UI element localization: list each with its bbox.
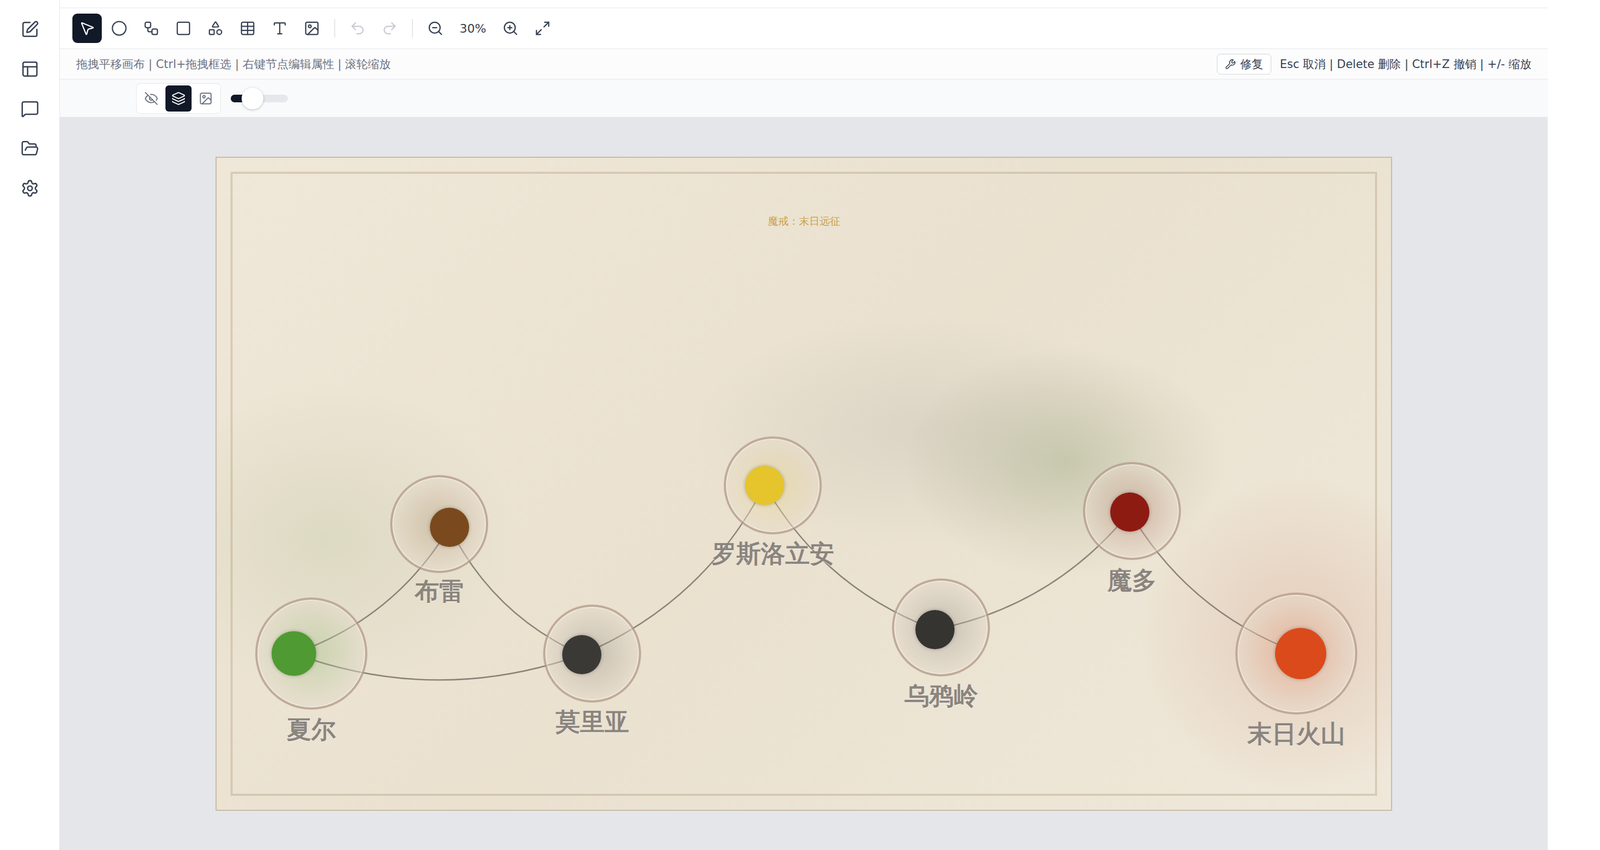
text-icon [271, 20, 288, 37]
layer-toggle-group [136, 83, 221, 114]
layers-toggle[interactable] [165, 85, 192, 112]
main: 30% 拖拽平移画布 | Ctrl+拖拽框选 | 右键节点编辑属性 | 滚轮缩放 修… [59, 0, 1548, 850]
node-label: 魔多 [1107, 564, 1157, 598]
undo-icon [349, 20, 366, 37]
shapes-tool-button[interactable] [200, 13, 231, 43]
zoom-in-icon [502, 20, 519, 37]
select-tool-button[interactable] [72, 13, 102, 43]
rectangle-tool-button[interactable] [168, 13, 199, 43]
node-dot[interactable] [915, 610, 955, 650]
text-tool-button[interactable] [265, 13, 295, 43]
hint-right: 修复 Esc 取消 | Delete 删除 | Ctrl+Z 撤销 | +/- 缩… [1216, 53, 1532, 75]
shortcut-text: Esc 取消 | Delete 删除 | Ctrl+Z 撤销 | +/- 缩放 [1280, 56, 1532, 72]
select-icon [78, 20, 96, 37]
node-label: 莫里亚 [555, 705, 630, 739]
zoom-in-button[interactable] [495, 13, 526, 43]
sidebar-item[interactable] [19, 99, 41, 119]
sidebar-item[interactable] [19, 178, 41, 199]
layout-icon [20, 59, 40, 79]
redo-icon [381, 20, 398, 37]
wrench-icon [1225, 58, 1236, 70]
node-dot[interactable] [1275, 628, 1327, 680]
circle-tool-button[interactable] [104, 13, 134, 43]
separator [334, 19, 336, 38]
app: 30% 拖拽平移画布 | Ctrl+拖拽框选 | 右键节点编辑属性 | 滚轮缩放 修… [0, 0, 1600, 850]
maximize-icon [534, 20, 551, 37]
image-toggle[interactable] [192, 85, 219, 112]
redo-button[interactable] [374, 13, 405, 43]
layers-icon [171, 91, 186, 106]
map-image: 魔戒：末日远征夏尔 布雷莫里亚 罗斯洛立安乌鸦岭 魔多末日火山 [215, 156, 1393, 811]
eye-off-toggle[interactable] [138, 85, 165, 112]
node-label: 夏尔 [286, 713, 336, 747]
node-dot[interactable] [1110, 492, 1150, 532]
opacity-slider[interactable] [230, 94, 288, 103]
separator [411, 19, 414, 38]
rectangle-icon [175, 20, 192, 37]
node-label: 布雷 [414, 575, 464, 608]
edit-icon [20, 20, 40, 39]
image-icon [198, 91, 213, 106]
undo-button[interactable] [342, 13, 373, 43]
hint-bar: 拖拽平移画布 | Ctrl+拖拽框选 | 右键节点编辑属性 | 滚轮缩放 修复 Es… [59, 48, 1548, 80]
node-dot[interactable] [429, 507, 470, 547]
node-label: 罗斯洛立安 [711, 537, 835, 571]
sidebar-item[interactable] [19, 19, 41, 40]
slider-knob[interactable] [241, 87, 264, 110]
toolbar: 30% [59, 7, 1548, 49]
layer-bar [59, 79, 1548, 118]
hint-text: 拖拽平移画布 | Ctrl+拖拽框选 | 右键节点编辑属性 | 滚轮缩放 [76, 56, 391, 72]
node-label: 乌鸦岭 [904, 679, 978, 713]
map-title: 魔戒：末日远征 [767, 214, 841, 229]
folder-icon [20, 139, 40, 158]
table-tool-button[interactable] [232, 13, 263, 43]
repair-button[interactable]: 修复 [1216, 53, 1272, 75]
node-dot[interactable] [271, 631, 317, 676]
zoom-out-icon [427, 20, 444, 37]
node-dot[interactable] [745, 465, 785, 506]
table-icon [239, 20, 256, 37]
zoom-out-button[interactable] [420, 13, 451, 43]
sidebar [0, 0, 60, 850]
image-tool-button[interactable] [297, 13, 327, 43]
circle-icon [111, 20, 128, 37]
connector-tool-button[interactable] [136, 13, 166, 43]
gear-icon [20, 179, 40, 198]
node-dot[interactable] [562, 635, 602, 675]
shapes-icon [207, 20, 224, 37]
node-label: 末日火山 [1247, 717, 1346, 751]
canvas[interactable]: 魔戒：末日远征夏尔 布雷莫里亚 罗斯洛立安乌鸦岭 魔多末日火山 [59, 117, 1548, 850]
zoom-level: 30% [452, 21, 494, 36]
comment-icon [20, 99, 40, 119]
connector-icon [143, 20, 160, 37]
eye-off-icon [144, 91, 159, 106]
sidebar-item[interactable] [19, 59, 41, 79]
image-icon [303, 20, 320, 37]
fit-button[interactable] [527, 13, 558, 43]
sidebar-item[interactable] [19, 138, 41, 159]
